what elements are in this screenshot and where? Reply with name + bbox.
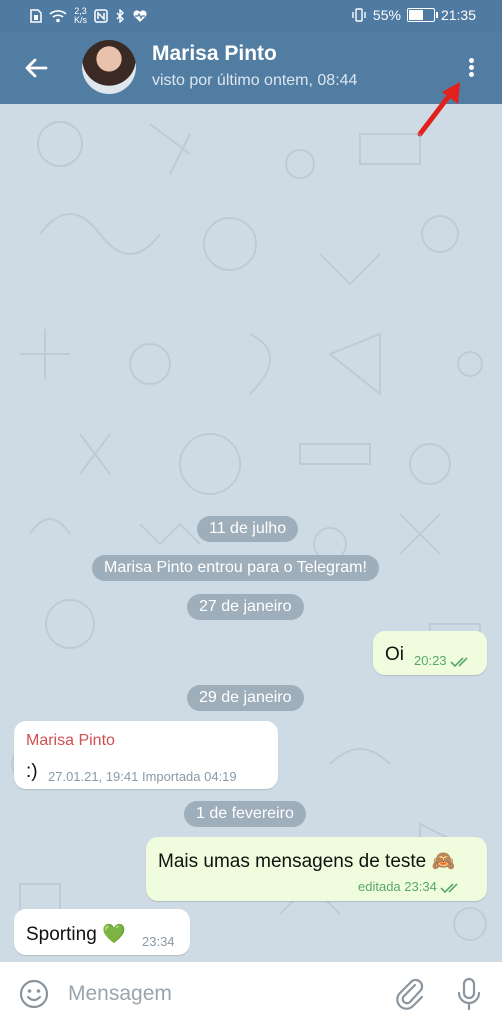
message-meta: editada 23:34 xyxy=(358,879,462,894)
back-button[interactable] xyxy=(20,52,52,84)
attach-button[interactable] xyxy=(394,976,426,1010)
arrow-left-icon xyxy=(25,58,48,78)
message-text: Sporting 💚 xyxy=(26,924,126,945)
date-separator: 29 de janeiro xyxy=(187,685,304,711)
status-left-icons: 2,3 K/s xyxy=(30,7,148,25)
status-right-icons: 55% 21:35 xyxy=(351,7,476,23)
incoming-message[interactable]: Marisa Pinto :) 27.01.21, 19:41 Importad… xyxy=(14,721,278,789)
battery-percent: 55% xyxy=(372,7,401,23)
voice-record-button[interactable] xyxy=(454,976,484,1012)
net-speed-unit: K/s xyxy=(74,15,88,25)
nfc-icon xyxy=(94,9,108,23)
message-time: 23:34 xyxy=(142,934,175,949)
outgoing-message[interactable]: Oi 20:23 xyxy=(373,631,487,675)
message-composer xyxy=(0,962,502,1024)
three-dots-icon xyxy=(460,54,482,77)
smiley-icon xyxy=(19,979,49,1009)
message-time: 20:23 xyxy=(414,653,472,668)
vibrate-icon xyxy=(352,8,366,22)
message-text: :) xyxy=(26,761,38,782)
sim-icon xyxy=(30,9,42,23)
heart-pulse-icon xyxy=(133,10,147,22)
date-separator: 1 de fevereiro xyxy=(184,801,306,827)
chat-title[interactable]: Marisa Pinto xyxy=(152,42,277,66)
paperclip-icon xyxy=(396,978,424,1010)
last-seen-status: visto por último ontem, 08:44 xyxy=(152,72,358,89)
service-message: Marisa Pinto entrou para o Telegram! xyxy=(92,555,379,581)
bluetooth-icon xyxy=(116,9,125,23)
double-check-icon xyxy=(440,882,458,893)
microphone-icon xyxy=(457,977,481,1011)
battery-icon xyxy=(406,8,438,22)
clock: 21:35 xyxy=(440,7,476,23)
message-meta: 27.01.21, 19:41 Importada 04:19 xyxy=(48,769,237,784)
date-separator: 27 de janeiro xyxy=(187,594,304,620)
emoji-button[interactable] xyxy=(18,978,50,1010)
battery-level-fill xyxy=(408,10,424,20)
message-text: Mais umas mensagens de teste 🙈 xyxy=(158,851,456,872)
status-bar: 2,3 K/s 55% 21:35 xyxy=(0,0,502,32)
wifi-icon xyxy=(49,10,67,23)
chat-area[interactable]: 11 de julho Marisa Pinto entrou para o T… xyxy=(0,104,502,962)
incoming-message[interactable]: Sporting 💚 23:34 xyxy=(14,909,190,955)
avatar[interactable] xyxy=(82,40,136,94)
message-input[interactable] xyxy=(66,976,370,1012)
outgoing-message[interactable]: Mais umas mensagens de teste 🙈 editada 2… xyxy=(146,837,487,901)
date-separator: 11 de julho xyxy=(197,516,299,542)
sender-name[interactable]: Marisa Pinto xyxy=(26,732,115,750)
double-check-icon xyxy=(450,656,468,667)
net-speed: 2,3 K/s xyxy=(74,7,87,25)
message-text: Oi xyxy=(385,644,404,665)
